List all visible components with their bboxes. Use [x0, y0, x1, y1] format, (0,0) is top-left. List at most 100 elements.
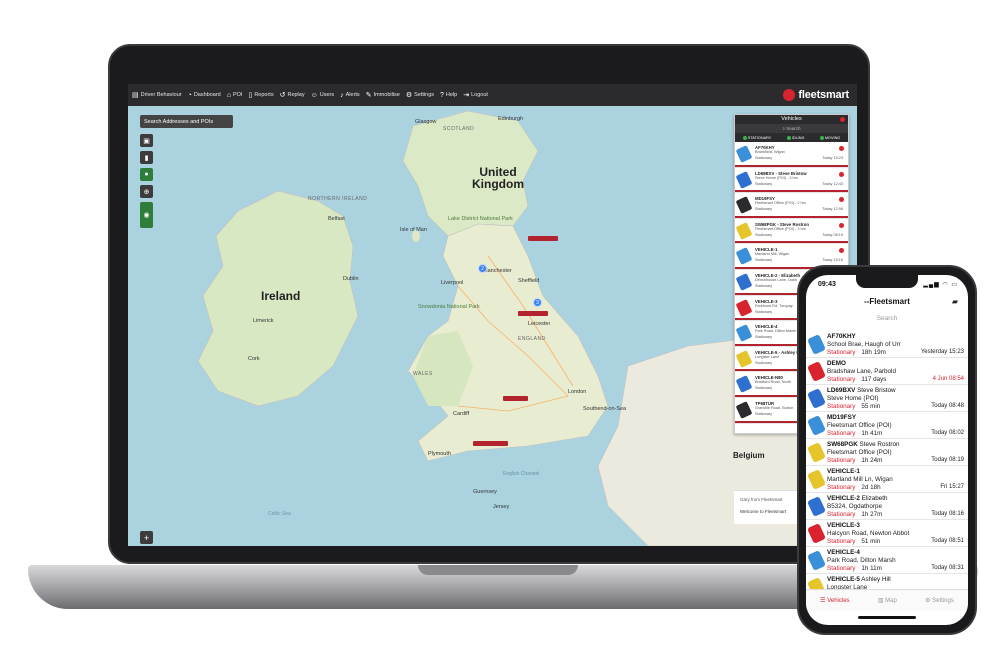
- tab-map[interactable]: ▥ Map: [878, 597, 897, 604]
- vehicle-time: Today 08:16: [931, 511, 964, 517]
- vehicle-reg: VEHICLE-2: [827, 495, 860, 502]
- vehicle-address: Longster Lane: [755, 354, 780, 359]
- nav-help[interactable]: ? Help: [440, 92, 457, 99]
- vehicle-marker[interactable]: [528, 236, 558, 241]
- vehicle-icon: [735, 170, 753, 189]
- nav-settings[interactable]: ⚙ Settings: [406, 91, 434, 99]
- product-mockup: ▤ Driver Behaviour ◔ Dashboard ⌂ POI ▯ Repor…: [0, 0, 1000, 659]
- nav-replay[interactable]: ↺ Replay: [280, 91, 305, 99]
- close-icon[interactable]: [840, 117, 845, 122]
- chat-icon[interactable]: ▰: [952, 297, 958, 306]
- nav-immobilise[interactable]: ✎ Immobilise: [366, 91, 400, 99]
- users-icon: ☺: [310, 91, 318, 99]
- status-duration: 1h 41m: [861, 430, 883, 437]
- ruler-tool[interactable]: ▮: [140, 151, 153, 164]
- nav-alerts[interactable]: ♪ Alerts: [340, 92, 360, 99]
- vehicle-address: Steve Home (POI): [827, 395, 879, 402]
- phone-vehicle-row[interactable]: SW68PGK Steve Rostron Fleetsmart Office (…: [806, 439, 968, 466]
- label-edinburgh: Edinburgh: [498, 116, 524, 122]
- chart-icon: ▤: [132, 92, 139, 99]
- vehicle-reg: SW68PGK: [827, 441, 858, 448]
- vehicle-reg: LD69BXV: [827, 387, 856, 394]
- vehicle-status: Stationary: [755, 411, 773, 416]
- phone-vehicle-row[interactable]: LD69BXV Steve Bristow Steve Home (POI) Sta…: [806, 385, 968, 412]
- vehicle-icon: [735, 401, 753, 419]
- vehicles-panel-header: Vehicles: [735, 115, 848, 124]
- vehicle-status: Stationary: [755, 156, 773, 160]
- zoom-tool[interactable]: ⊕: [140, 185, 153, 198]
- vehicle-row[interactable]: AF70KHY Brankfield, Wigan Stationary Today …: [735, 142, 848, 168]
- label-dublin: Dublin: [343, 276, 359, 282]
- vehicle-address: Martland Mill, Wigan: [755, 252, 790, 257]
- vehicle-time: Yesterday 15:23: [920, 349, 964, 355]
- phone-vehicle-row[interactable]: DEMO Bradshaw Lane, Parbold Stationary 117…: [806, 358, 968, 385]
- nav-driver-behaviour[interactable]: ▤ Driver Behaviour: [132, 91, 182, 99]
- vehicle-row[interactable]: SW68PGK - Steve Rostron Fleetsmart Office…: [735, 219, 848, 245]
- vehicle-marker[interactable]: [518, 311, 548, 316]
- logout-icon: ⇥: [463, 92, 470, 99]
- vehicle-status: Stationary: [755, 335, 773, 340]
- vehicle-icon: [735, 196, 753, 215]
- nav-users[interactable]: ☺ Users: [311, 92, 335, 99]
- vehicle-status: Stationary: [755, 283, 773, 288]
- phone-vehicle-row[interactable]: VEHICLE-4 Park Road, Dilton Marsh Station…: [806, 547, 968, 574]
- document-icon: ▯: [248, 92, 253, 99]
- vehicle-reg: VEHICLE-3: [827, 522, 860, 529]
- top-nav: ▤ Driver Behaviour ◔ Dashboard ⌂ POI ▯ Repor…: [128, 84, 857, 106]
- filter-idling[interactable]: IDLING: [786, 135, 804, 140]
- status-duration: 1h 27m: [861, 511, 883, 518]
- vehicle-status: Stationary: [755, 207, 773, 212]
- phone-vehicle-row[interactable]: VEHICLE-1 Martland Mill Ln, Wigan Station…: [806, 466, 968, 493]
- phone-vehicle-row[interactable]: AF70KHY School Brae, Haugh of Urr Station…: [806, 331, 968, 358]
- vehicle-address: Bradford Road, North: [755, 380, 792, 385]
- search-icon: ⌕: [782, 126, 785, 131]
- label-snowdonia: Snowdonia National Park: [418, 304, 480, 310]
- nav-logout[interactable]: ⇥ Logout: [463, 91, 488, 99]
- phone-search-input[interactable]: Search: [814, 313, 960, 325]
- layers-tool[interactable]: ▣: [140, 134, 153, 147]
- vehicle-icon: [807, 415, 826, 436]
- geofence-tool[interactable]: ◉: [140, 202, 153, 228]
- vehicle-cluster-north[interactable]: 2: [478, 264, 487, 273]
- vehicle-reg: MD19FSY: [827, 414, 857, 421]
- vehicle-status: Stationary: [827, 484, 856, 491]
- phone-vehicle-row[interactable]: MD19FSY Fleetsmart Office (POI) Stationar…: [806, 412, 968, 439]
- vehicle-icon: [735, 298, 753, 317]
- gear-icon: ⚙: [405, 92, 413, 99]
- nav-dashboard[interactable]: ◔ Dashboard: [188, 92, 221, 99]
- vehicle-marker[interactable]: [503, 396, 528, 401]
- help-icon: ?: [440, 91, 444, 99]
- vehicle-row[interactable]: MD19FSY Fleetsmart Office (POI) - 2 hrs St…: [735, 193, 848, 219]
- driver-name: Ashley Hill: [861, 576, 891, 583]
- vehicles-search-input[interactable]: ⌕ Search: [735, 124, 848, 133]
- address-search-button[interactable]: Search Addresses and POIs: [140, 115, 233, 128]
- label-uk: United Kingdom: [472, 165, 524, 191]
- vehicle-marker[interactable]: [473, 441, 508, 446]
- nav-reports[interactable]: ▯ Reports: [248, 91, 273, 99]
- vehicle-icon: [807, 469, 826, 490]
- vehicle-address: Halcyon Road, Newton Abbot: [827, 530, 910, 537]
- vehicle-address: Fleetsmart Office (POI): [827, 422, 892, 429]
- vehicle-status: Stationary: [755, 386, 773, 391]
- replay-icon: ↺: [279, 92, 286, 99]
- vehicle-row[interactable]: LD69BXV - Steve Bristow Steve Home (POI) …: [735, 168, 848, 194]
- vehicle-icon: [735, 145, 753, 163]
- nav-poi[interactable]: ⌂ POI: [227, 92, 243, 99]
- phone-vehicle-row[interactable]: VEHICLE-3 Halcyon Road, Newton Abbot Stat…: [806, 520, 968, 547]
- home-icon: ⌂: [226, 91, 231, 99]
- traffic-tool[interactable]: ●: [140, 168, 153, 181]
- vehicle-address: Granville Road, Burton: [755, 405, 794, 410]
- zoom-in-button[interactable]: +: [140, 531, 153, 544]
- vehicle-status: Stationary: [827, 511, 856, 518]
- label-london: London: [568, 389, 587, 395]
- vehicle-reg: DEMO: [827, 360, 846, 367]
- vehicle-cluster-midlands[interactable]: 3: [533, 298, 542, 307]
- status-bar: [735, 215, 848, 218]
- vehicle-time: Today 08:48: [931, 403, 964, 409]
- label-manchester: Manchester: [483, 268, 512, 274]
- filter-moving[interactable]: MOVING: [819, 135, 840, 140]
- tab-settings[interactable]: ⚙ Settings: [925, 597, 954, 604]
- phone-vehicle-row[interactable]: VEHICLE-2 Elizabeth B5324, Ogdathorpe Stat…: [806, 493, 968, 520]
- filter-stationary[interactable]: STATIONARY: [742, 135, 771, 140]
- tab-vehicles[interactable]: ☰ Vehicles: [820, 597, 849, 604]
